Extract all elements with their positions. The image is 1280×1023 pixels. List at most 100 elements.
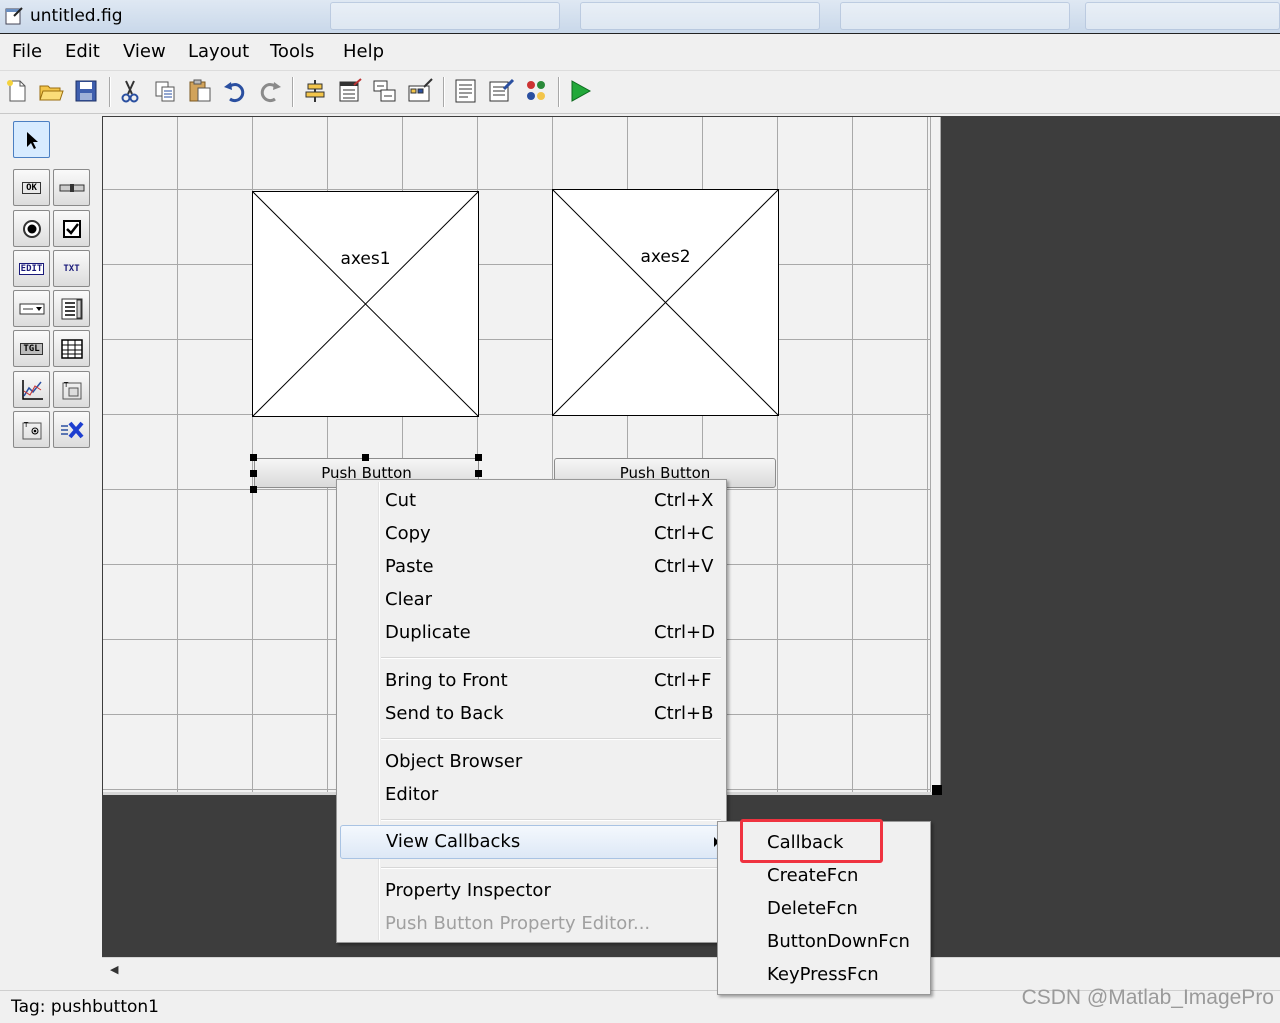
- scroll-left-icon[interactable]: ◀: [110, 963, 118, 976]
- tab-order-icon[interactable]: [371, 77, 399, 107]
- radiobutton-tool[interactable]: [13, 210, 50, 247]
- background-window-tab: [1085, 2, 1280, 30]
- axes2-placeholder[interactable]: axes2: [552, 189, 779, 416]
- button-group-icon: T: [22, 421, 41, 439]
- undo-icon[interactable]: [221, 77, 249, 107]
- static-text-tool[interactable]: TXT: [53, 250, 90, 287]
- axes-icon: [21, 379, 43, 400]
- menu-tools[interactable]: Tools: [270, 41, 314, 62]
- open-icon[interactable]: [37, 77, 65, 107]
- toolbar: [0, 71, 1280, 114]
- slider-icon: [59, 183, 84, 192]
- popup-menu-tool[interactable]: [13, 290, 50, 327]
- svg-text:T: T: [63, 381, 69, 389]
- select-tool[interactable]: [13, 121, 50, 158]
- edit-text-tool[interactable]: EDIT: [13, 250, 50, 287]
- pushbutton-tool[interactable]: OK: [13, 169, 50, 206]
- table-icon: [60, 338, 83, 359]
- redo-icon[interactable]: [256, 77, 284, 107]
- property-inspector-icon[interactable]: [487, 77, 515, 107]
- menu-item-send-to-back[interactable]: Send to Back Ctrl+B: [340, 698, 723, 731]
- selection-handle[interactable]: [475, 470, 482, 477]
- selection-handle[interactable]: [250, 486, 257, 493]
- checkbox-tool[interactable]: [53, 210, 90, 247]
- menu-separator: [381, 738, 721, 740]
- listbox-tool[interactable]: [53, 290, 90, 327]
- menu-item-bring-to-front[interactable]: Bring to Front Ctrl+F: [340, 665, 723, 698]
- figure-resize-handle[interactable]: [932, 785, 942, 795]
- svg-text:T: T: [23, 421, 29, 429]
- paste-icon[interactable]: [186, 77, 214, 107]
- axes1-label: axes1: [340, 249, 391, 269]
- submenu-item-keypressfcn[interactable]: KeyPressFcn: [721, 959, 927, 992]
- menu-editor-icon[interactable]: [336, 77, 364, 107]
- selection-handle[interactable]: [475, 454, 482, 461]
- menu-layout[interactable]: Layout: [188, 41, 249, 62]
- axes-cross-icon: [253, 192, 478, 416]
- menu-bar: File Edit View Layout Tools Help: [0, 33, 1280, 71]
- axes2-label: axes2: [640, 247, 691, 267]
- submenu-item-deletefcn[interactable]: DeleteFcn: [721, 893, 927, 926]
- menu-item-copy[interactable]: Copy Ctrl+C: [340, 518, 723, 551]
- menu-item-clear[interactable]: Clear: [340, 584, 723, 617]
- menu-help[interactable]: Help: [343, 41, 384, 62]
- activex-icon: [60, 421, 84, 438]
- menu-item-editor[interactable]: Editor: [340, 779, 723, 812]
- menu-separator: [381, 819, 721, 821]
- callback-highlight-annotation: [740, 819, 883, 863]
- button-group-tool[interactable]: T: [13, 411, 50, 448]
- popup-menu-icon: [19, 303, 44, 314]
- status-tag-text: Tag: pushbutton1: [11, 997, 159, 1017]
- fig-file-icon: [4, 6, 24, 26]
- radio-icon: [22, 219, 41, 238]
- window-title: untitled.fig: [30, 6, 123, 26]
- menu-item-view-callbacks[interactable]: View Callbacks: [340, 825, 723, 859]
- axes1-placeholder[interactable]: axes1: [252, 191, 479, 417]
- component-palette: OK EDIT TXT TGL T T: [0, 114, 100, 960]
- mfile-editor-icon[interactable]: [452, 77, 480, 107]
- toolbar-editor-icon[interactable]: [406, 77, 434, 107]
- copy-icon[interactable]: [151, 77, 179, 107]
- horizontal-scrollbar[interactable]: ◀: [102, 957, 1280, 982]
- menu-item-push-button-property-editor: Push Button Property Editor...: [385, 913, 651, 934]
- listbox-icon: [61, 298, 82, 319]
- menu-item-property-inspector[interactable]: Property Inspector: [340, 875, 723, 908]
- menu-item-duplicate[interactable]: Duplicate Ctrl+D: [340, 617, 723, 650]
- menu-view[interactable]: View: [123, 41, 166, 62]
- table-tool[interactable]: [53, 330, 90, 367]
- menu-item-object-browser[interactable]: Object Browser: [340, 746, 723, 779]
- menu-file[interactable]: File: [12, 41, 42, 62]
- menu-separator: [381, 657, 721, 659]
- slider-tool[interactable]: [53, 169, 90, 206]
- object-browser-icon[interactable]: [522, 77, 550, 107]
- panel-tool[interactable]: T: [53, 371, 90, 408]
- save-icon[interactable]: [72, 77, 100, 107]
- checkbox-icon: [62, 219, 81, 238]
- menu-item-paste[interactable]: Paste Ctrl+V: [340, 551, 723, 584]
- activex-tool[interactable]: [53, 411, 90, 448]
- cut-icon[interactable]: [116, 77, 144, 107]
- background-window-tab: [330, 2, 560, 30]
- submenu-item-createfcn[interactable]: CreateFcn: [721, 860, 927, 893]
- run-icon[interactable]: [566, 77, 594, 107]
- selection-handle[interactable]: [250, 470, 257, 477]
- selection-handle[interactable]: [250, 454, 257, 461]
- arrow-icon: [26, 131, 38, 149]
- axes-cross-icon: [553, 190, 778, 415]
- layout-grid-edge: [930, 117, 941, 793]
- menu-item-cut[interactable]: Cut Ctrl+X: [340, 485, 723, 518]
- panel-icon: T: [62, 381, 81, 399]
- menu-separator: [381, 867, 721, 869]
- new-icon[interactable]: [3, 77, 31, 107]
- axes-tool[interactable]: [13, 371, 50, 408]
- align-icon[interactable]: [301, 77, 329, 107]
- watermark: CSDN @Matlab_ImagePro: [1021, 986, 1274, 1009]
- context-menu: Cut Ctrl+X Copy Ctrl+C Paste Ctrl+V Clear D…: [336, 479, 727, 943]
- title-bar: untitled.fig: [0, 0, 1280, 33]
- menu-edit[interactable]: Edit: [65, 41, 100, 62]
- toggle-button-tool[interactable]: TGL: [13, 330, 50, 367]
- submenu-item-buttondownfcn[interactable]: ButtonDownFcn: [721, 926, 927, 959]
- selection-handle[interactable]: [362, 454, 369, 461]
- background-window-tab: [580, 2, 820, 30]
- background-window-tab: [840, 2, 1070, 30]
